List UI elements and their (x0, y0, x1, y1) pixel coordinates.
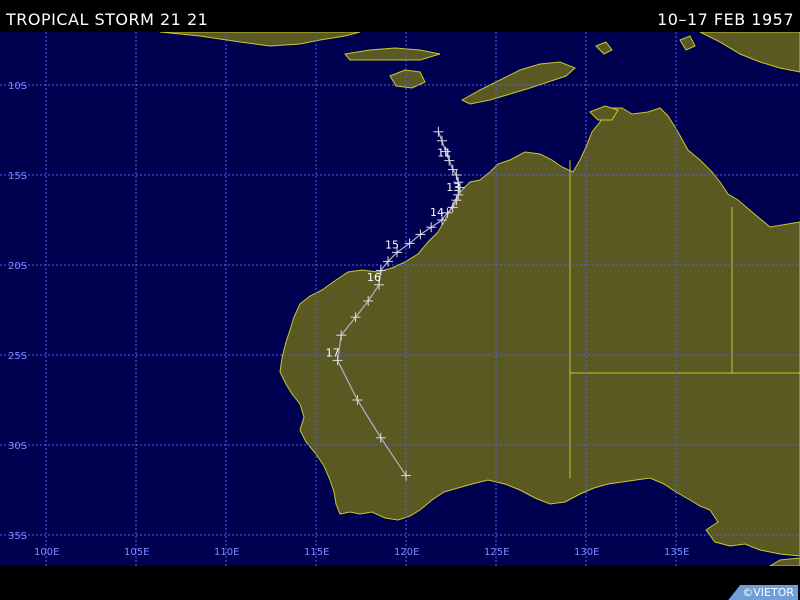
lon-label: 135E (664, 547, 689, 558)
track-day-label: 13 (446, 181, 460, 194)
storm-track-map: 10S 15S 20S 25S 30S 35S 100E 105E 110E 115E 120E 1… (0, 32, 800, 566)
lat-label: 15S (8, 171, 27, 182)
track-day-label: 14 (430, 206, 444, 219)
lon-label: 130E (574, 547, 599, 558)
lon-label: 120E (394, 547, 419, 558)
storm-title: TROPICAL STORM 21 21 (6, 10, 209, 29)
lat-label: 10S (8, 81, 27, 92)
track-day-label: 16 (367, 271, 381, 284)
lat-label: 25S (8, 351, 27, 362)
lon-label: 115E (304, 547, 329, 558)
lon-label: 105E (124, 547, 149, 558)
track-day-label: 11 (437, 147, 451, 160)
lat-label: 35S (8, 531, 27, 542)
lat-label: 30S (8, 441, 27, 452)
lon-label: 110E (214, 547, 239, 558)
lon-label: 125E (484, 547, 509, 558)
footer-bar: ©VIETOR (0, 566, 800, 600)
lat-label: 20S (8, 261, 27, 272)
track-day-label: 17 (326, 346, 340, 359)
copyright-badge: ©VIETOR (728, 585, 798, 600)
date-range: 10–17 FEB 1957 (657, 10, 794, 29)
track-day-label: 15 (385, 238, 399, 251)
lon-label: 100E (34, 547, 59, 558)
header-bar: TROPICAL STORM 21 21 10–17 FEB 1957 (0, 0, 800, 32)
